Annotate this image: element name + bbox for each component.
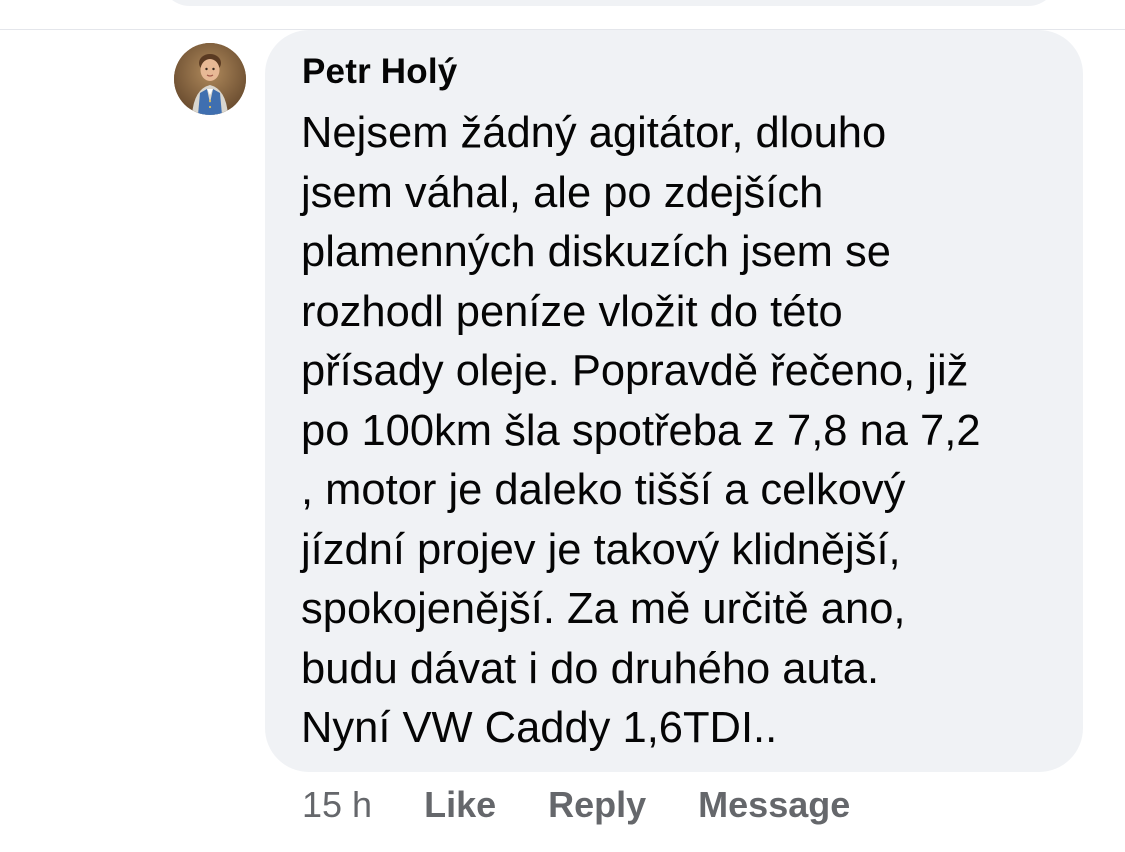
comment-text-line: rozhodl peníze vložit do této <box>301 287 843 336</box>
comment-text-line: Nyní VW Caddy 1,6TDI.. <box>301 704 778 752</box>
comment-text-line: Nejsem žádný agitátor, dlouho <box>301 109 887 157</box>
comment-thread: Petr Holý Nejsem žádný agitátor, dlouho … <box>0 0 1125 852</box>
comment-text-line: budu dávat i do druhého auta. <box>301 644 880 693</box>
comment-author[interactable]: Petr Holý <box>302 52 457 92</box>
comment-text-line: , motor je daleko tišší a celkový <box>301 466 906 514</box>
comment-text-line: spokojenější. Za mě určitě ano, <box>301 585 906 633</box>
previous-comment-bubble <box>160 0 1058 6</box>
comment-text-line: plamenných diskuzích jsem se <box>301 228 891 276</box>
comment-actions: 15 h Like Reply Message <box>302 780 902 830</box>
comment-timestamp[interactable]: 15 h <box>302 784 372 826</box>
comment-text-line: jízdní projev je takový klidnější, <box>301 525 901 574</box>
reply-button[interactable]: Reply <box>548 784 646 826</box>
message-button[interactable]: Message <box>698 784 850 826</box>
comment-text-line: přísady oleje. Popravdě řečeno, již <box>301 347 969 395</box>
profile-photo-icon <box>174 43 246 115</box>
avatar[interactable] <box>174 43 246 115</box>
comment-text: Nejsem žádný agitátor, dlouho jsem váhal… <box>301 104 1071 759</box>
comment-text-line: jsem váhal, ale po zdejších <box>301 168 824 217</box>
comment-text-line: po 100km šla spotřeba z 7,8 na 7,2 <box>301 406 981 455</box>
like-button[interactable]: Like <box>424 784 496 826</box>
